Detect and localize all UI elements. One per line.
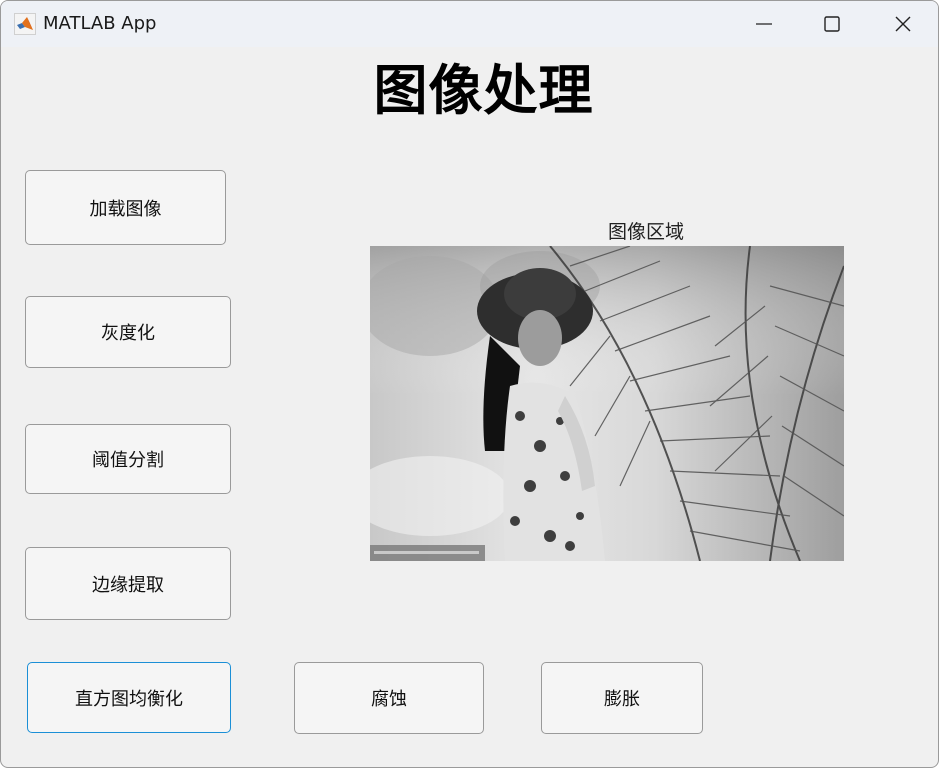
app-window: MATLAB App 图像处理 加载图像 灰度化 阈值分割 边缘提取 直方图均衡… <box>0 0 939 768</box>
close-icon <box>895 16 911 32</box>
load-image-button[interactable]: 加载图像 <box>25 170 226 245</box>
erode-label: 腐蚀 <box>371 689 407 710</box>
maximize-icon <box>824 16 840 32</box>
edge-detection-label: 边缘提取 <box>92 574 164 596</box>
title-bar: MATLAB App <box>1 1 938 47</box>
histogram-equalization-label: 直方图均衡化 <box>75 688 183 710</box>
image-axes-title: 图像区域 <box>607 221 684 243</box>
image-axes <box>370 246 844 561</box>
grayscale-photo <box>370 246 844 561</box>
threshold-button[interactable]: 阈值分割 <box>25 424 231 494</box>
dilate-button[interactable]: 膨胀 <box>541 662 703 734</box>
close-button[interactable] <box>873 1 933 47</box>
page-title: 图像处理 <box>373 59 594 122</box>
erode-button[interactable]: 腐蚀 <box>294 662 484 734</box>
maximize-button[interactable] <box>802 1 862 47</box>
grayscale-label: 灰度化 <box>101 323 155 344</box>
minimize-button[interactable] <box>734 1 794 47</box>
edge-detection-button[interactable]: 边缘提取 <box>25 547 231 620</box>
threshold-label: 阈值分割 <box>92 450 164 471</box>
load-image-label: 加载图像 <box>89 198 162 220</box>
dilate-label: 膨胀 <box>604 689 640 710</box>
matlab-logo-icon <box>14 13 36 35</box>
window-title: MATLAB App <box>43 13 157 34</box>
minimize-icon <box>756 23 772 25</box>
grayscale-button[interactable]: 灰度化 <box>25 296 231 368</box>
histogram-equalization-button[interactable]: 直方图均衡化 <box>27 662 231 733</box>
